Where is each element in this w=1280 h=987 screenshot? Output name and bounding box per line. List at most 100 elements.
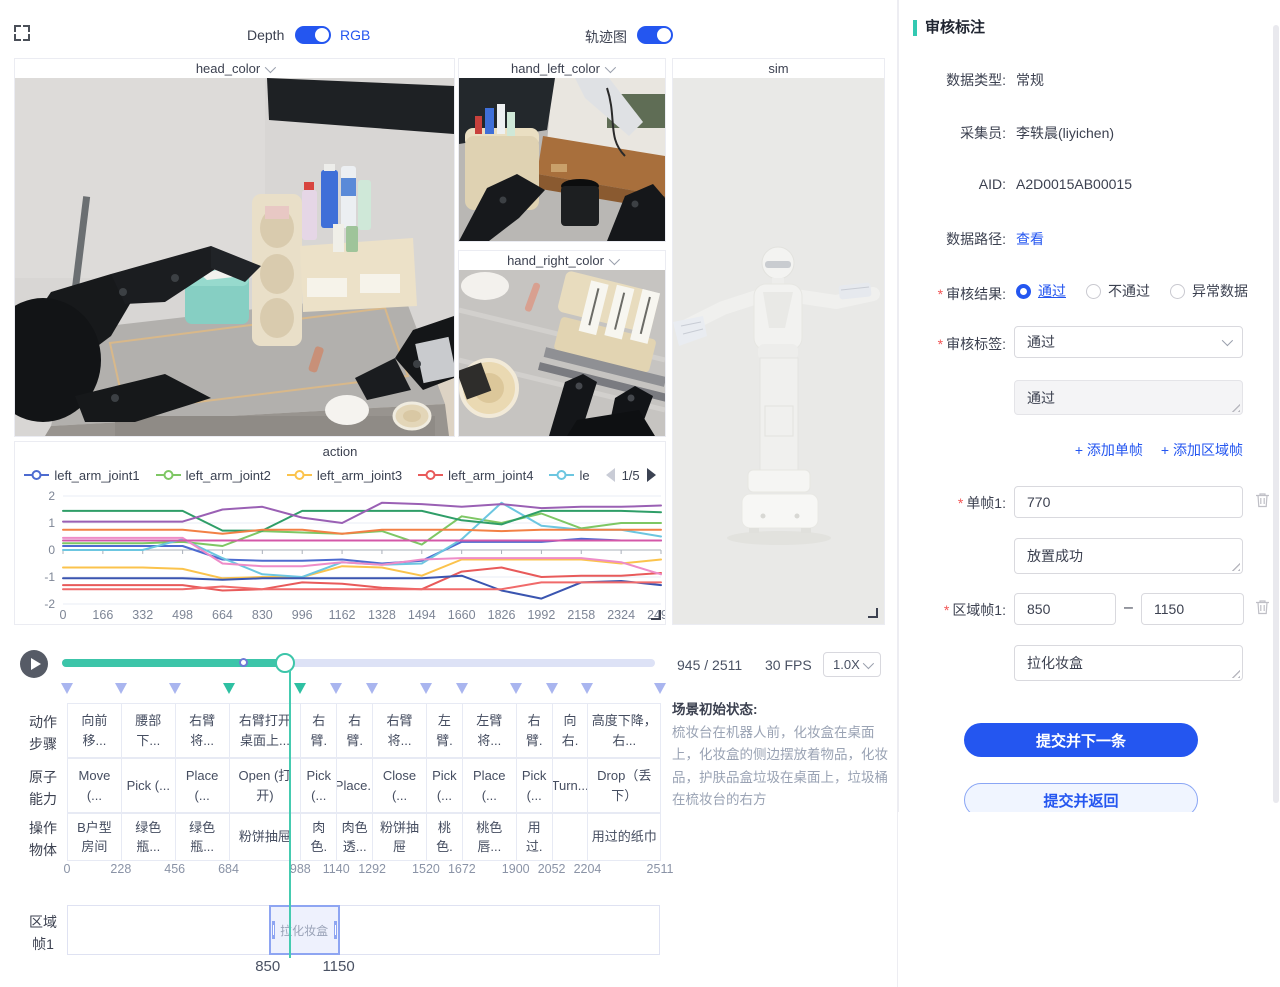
resize-corner-icon[interactable] (868, 608, 878, 618)
single-frame-input[interactable]: 770 (1014, 486, 1243, 518)
step-cell[interactable]: 用过. (516, 813, 553, 861)
fullscreen-icon[interactable] (14, 25, 30, 41)
review-result-option-通过[interactable]: 通过 (1016, 281, 1066, 301)
step-cell[interactable]: 肉色. (300, 813, 337, 861)
step-cell[interactable]: Pick (... (121, 758, 176, 813)
step-cell[interactable]: 桃色. (426, 813, 463, 861)
delete-region-frame-icon[interactable] (1255, 599, 1270, 615)
chevron-down-icon[interactable] (609, 254, 620, 265)
region-right-handle[interactable] (334, 921, 337, 939)
review-result-option-异常数据[interactable]: 异常数据 (1170, 281, 1248, 301)
step-cell[interactable]: 右臂将... (372, 703, 427, 758)
region-end-input[interactable]: 1150 (1141, 593, 1244, 625)
single-frame-note-textarea[interactable]: 放置成功 (1014, 538, 1243, 574)
step-cell[interactable]: 右臂. (516, 703, 553, 758)
svg-text:1660: 1660 (448, 608, 476, 622)
delete-single-frame-icon[interactable] (1255, 492, 1270, 508)
trajectory-toggle[interactable] (637, 26, 673, 44)
step-cell[interactable] (552, 813, 589, 861)
chevron-down-icon[interactable] (605, 62, 616, 73)
review-result-option-不通过[interactable]: 不通过 (1086, 281, 1150, 301)
chevron-down-icon[interactable] (265, 62, 276, 73)
step-cell[interactable]: 桃色唇... (462, 813, 517, 861)
step-boundary-marker[interactable] (366, 683, 378, 694)
step-cell[interactable]: 右臂. (336, 703, 373, 758)
playhead-line[interactable] (289, 670, 291, 958)
step-cell[interactable]: 肉色透... (336, 813, 373, 861)
legend-item-left_arm_joint3[interactable]: left_arm_joint3 (287, 468, 402, 483)
legend-next-icon[interactable] (647, 468, 656, 482)
step-cell[interactable]: Place.. (336, 758, 373, 813)
submit-next-button[interactable]: 提交并下一条 (964, 723, 1198, 757)
head-camera-title-bar[interactable]: head_color (15, 59, 454, 78)
step-cell[interactable]: 绿色瓶... (121, 813, 176, 861)
step-cell[interactable]: 右臂将... (175, 703, 230, 758)
submit-return-button[interactable]: 提交并返回 (964, 783, 1198, 812)
step-boundary-marker[interactable] (456, 683, 468, 694)
step-cell[interactable]: 粉饼抽屉 (372, 813, 427, 861)
step-cell[interactable]: Pick (... (426, 758, 463, 813)
step-cell[interactable]: 高度下降，右... (587, 703, 661, 758)
legend-item-le[interactable]: le (549, 468, 589, 483)
step-boundary-marker[interactable] (420, 683, 432, 694)
add-single-frame-link[interactable]: + 添加单帧 (1075, 440, 1143, 460)
step-cell[interactable]: B户型房间 (67, 813, 122, 861)
step-cell[interactable]: Drop（丢下） (587, 758, 661, 813)
step-cell[interactable]: 向右. (552, 703, 589, 758)
step-cell[interactable]: 左臂将... (462, 703, 517, 758)
region-start-value: 850 (1027, 601, 1050, 617)
aid-label: AID: (899, 176, 1006, 192)
hand-right-title-bar[interactable]: hand_right_color (459, 251, 665, 270)
step-cell[interactable]: 绿色瓶... (175, 813, 230, 861)
region-left-handle[interactable] (272, 921, 275, 939)
region-start-input[interactable]: 850 (1014, 593, 1116, 625)
step-boundary-marker[interactable] (169, 683, 181, 694)
step-cell[interactable]: Pick (... (516, 758, 553, 813)
step-cell[interactable]: 用过的纸巾 (587, 813, 661, 861)
joint-trajectory-chart[interactable]: 210-1-2016633249866483099611621328149416… (15, 488, 665, 625)
region-frame-block[interactable]: 拉化妆盒 (269, 905, 340, 955)
step-cell[interactable]: 腰部下... (121, 703, 176, 758)
step-cell[interactable]: 右臂. (300, 703, 337, 758)
step-boundary-marker[interactable] (61, 683, 73, 694)
step-boundary-marker[interactable] (510, 683, 522, 694)
step-boundary-marker[interactable] (581, 683, 593, 694)
legend-item-left_arm_joint2[interactable]: left_arm_joint2 (156, 468, 271, 483)
step-boundary-marker[interactable] (654, 683, 666, 694)
review-tag-note-value: 通过 (1027, 390, 1055, 406)
review-tag-note-textarea[interactable]: 通过 (1014, 380, 1243, 415)
step-boundary-marker[interactable] (294, 683, 306, 694)
step-cell[interactable]: 向前移... (67, 703, 122, 758)
legend-prev-icon[interactable] (606, 468, 615, 482)
play-button[interactable] (20, 650, 48, 678)
playback-slider-handle[interactable] (275, 653, 295, 673)
radio-icon[interactable] (1086, 284, 1101, 299)
step-boundary-marker[interactable] (546, 683, 558, 694)
step-cell[interactable]: Place (... (175, 758, 230, 813)
legend-item-left_arm_joint4[interactable]: left_arm_joint4 (418, 468, 533, 483)
data-path-view-link[interactable]: 查看 (1016, 229, 1044, 249)
step-boundary-marker[interactable] (115, 683, 127, 694)
step-cell[interactable]: Turn... (552, 758, 589, 813)
region-frame-note-textarea[interactable]: 拉化妆盒 (1014, 645, 1243, 681)
sim-viewport[interactable] (673, 78, 884, 624)
resize-corner-icon[interactable] (651, 610, 661, 620)
radio-icon[interactable] (1170, 284, 1185, 299)
step-boundary-marker[interactable] (223, 683, 235, 694)
playback-slider[interactable] (62, 659, 655, 667)
step-cell[interactable]: Place (... (462, 758, 517, 813)
radio-icon[interactable] (1016, 284, 1031, 299)
step-cell[interactable]: Move (... (67, 758, 122, 813)
step-boundary-marker[interactable] (330, 683, 342, 694)
region-frame-track[interactable]: 拉化妆盒 (67, 905, 660, 955)
depth-rgb-toggle[interactable] (295, 26, 331, 44)
add-region-frame-link[interactable]: + 添加区域帧 (1161, 440, 1243, 460)
step-cell[interactable]: Pick (... (300, 758, 337, 813)
legend-item-left_arm_joint1[interactable]: left_arm_joint1 (24, 468, 139, 483)
hand-left-title-bar[interactable]: hand_left_color (459, 59, 665, 78)
right-panel-scrollbar[interactable] (1273, 25, 1279, 803)
review-tag-select[interactable]: 通过 (1014, 326, 1243, 358)
step-cell[interactable]: 左臂. (426, 703, 463, 758)
step-cell[interactable]: Close (... (372, 758, 427, 813)
playback-speed-select[interactable]: 1.0X (823, 652, 881, 677)
